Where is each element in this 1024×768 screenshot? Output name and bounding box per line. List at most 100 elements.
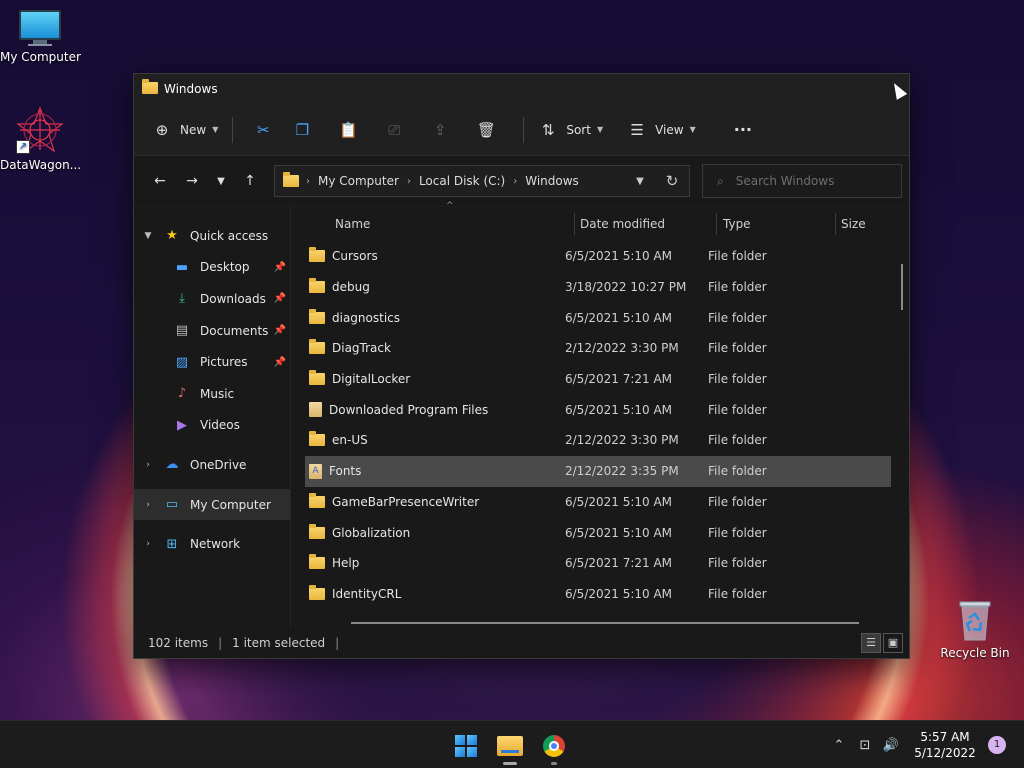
nav-downloads[interactable]: ⤓ Downloads 📌: [134, 283, 290, 315]
start-button[interactable]: [448, 729, 484, 763]
folder-icon: [309, 278, 325, 294]
file-row[interactable]: debug 3/18/2022 10:27 PM File folder: [305, 272, 891, 303]
file-type: File folder: [708, 494, 767, 509]
address-bar[interactable]: › My Computer › Local Disk (C:) › Window…: [274, 165, 690, 197]
view-button[interactable]: ☰ View ▼: [627, 114, 696, 146]
folder-icon: [309, 308, 325, 324]
sort-button[interactable]: ⇅ Sort ▼: [538, 114, 603, 146]
desktop-icon-datawagon[interactable]: ↗ DataWagon...: [0, 106, 81, 172]
vertical-scrollbar[interactable]: [901, 264, 903, 310]
nav-my-computer[interactable]: › ▭ My Computer: [134, 488, 290, 521]
address-dropdown-button[interactable]: ▼: [625, 176, 655, 187]
title-bar[interactable]: Windows: [134, 74, 909, 104]
file-row[interactable]: DigitalLocker 6/5/2021 7:21 AM File fold…: [305, 364, 891, 395]
nav-quick-access[interactable]: ▼ ★ Quick access: [134, 220, 290, 252]
scissors-icon: ✂: [257, 120, 270, 139]
chevron-down-icon: ▼: [596, 125, 604, 134]
column-size[interactable]: Size: [841, 207, 866, 241]
file-row[interactable]: DiagTrack 2/12/2022 3:30 PM File folder: [305, 333, 891, 364]
nav-videos[interactable]: ▶ Videos: [134, 410, 290, 442]
up-button[interactable]: ↑: [234, 173, 266, 189]
file-explorer-icon: [497, 736, 523, 756]
file-name: DiagTrack: [332, 341, 391, 356]
back-button[interactable]: ←: [144, 173, 176, 189]
clock[interactable]: 5:57 AM 5/12/2022: [908, 729, 982, 761]
status-bar: 102 items | 1 item selected | ☰ ▣: [134, 628, 909, 658]
file-row[interactable]: IdentityCRL 6/5/2021 5:10 AM File folder: [305, 579, 891, 610]
forward-button[interactable]: →: [176, 173, 208, 189]
file-type: File folder: [708, 586, 767, 601]
folder-icon: [309, 554, 325, 570]
nav-desktop[interactable]: ▬ Desktop 📌: [134, 252, 290, 284]
copy-button[interactable]: ❐: [279, 114, 325, 146]
file-name: en-US: [332, 433, 368, 448]
folder-icon: [309, 370, 325, 386]
running-indicator: [551, 762, 557, 765]
rename-button[interactable]: ⎚: [371, 114, 417, 146]
notification-badge[interactable]: 1: [988, 736, 1006, 754]
nav-label: Videos: [200, 418, 240, 433]
document-icon: ▤: [175, 323, 189, 339]
file-type: File folder: [708, 464, 767, 479]
file-row[interactable]: Cursors 6/5/2021 5:10 AM File folder: [305, 241, 891, 272]
file-type: File folder: [708, 372, 767, 387]
folder-icon: [309, 247, 325, 263]
tiles-view-button[interactable]: ▣: [883, 633, 903, 653]
breadcrumb-local-disk[interactable]: Local Disk (C:): [419, 174, 505, 188]
column-name[interactable]: Name: [335, 207, 370, 241]
refresh-button[interactable]: ↻: [655, 172, 689, 190]
file-name: Fonts: [329, 464, 362, 479]
breadcrumb-my-computer[interactable]: My Computer: [318, 174, 399, 188]
file-row[interactable]: Help 6/5/2021 7:21 AM File folder: [305, 548, 891, 579]
nav-onedrive[interactable]: › ☁ OneDrive: [134, 449, 290, 481]
breadcrumb-windows[interactable]: Windows: [525, 174, 579, 188]
network-icon[interactable]: ⊡: [852, 738, 878, 753]
file-row[interactable]: Globalization 6/5/2021 5:10 AM File fold…: [305, 517, 891, 548]
item-count: 102 items: [148, 636, 209, 650]
chevron-down-icon: ▼: [689, 125, 696, 134]
trash-icon: 🗑: [476, 120, 496, 139]
desktop-icon-recycle-bin[interactable]: Recycle Bin: [935, 598, 1015, 660]
nav-documents[interactable]: ▤ Documents 📌: [134, 315, 290, 347]
datawagon-icon: ↗: [16, 106, 64, 154]
column-type[interactable]: Type: [723, 207, 751, 241]
more-options-button[interactable]: ···: [726, 114, 752, 146]
taskbar-chrome[interactable]: [536, 729, 572, 765]
horizontal-scrollbar[interactable]: [351, 622, 859, 624]
taskbar: ⌃ ⊡ 🔊 5:57 AM 5/12/2022 1: [0, 720, 1024, 768]
share-button[interactable]: ⇪: [417, 114, 463, 146]
file-row[interactable]: en-US 2/12/2022 3:30 PM File folder: [305, 425, 891, 456]
taskbar-file-explorer[interactable]: [492, 729, 528, 765]
new-button[interactable]: ⊕ New ▼: [152, 114, 219, 146]
pin-icon: 📌: [273, 261, 286, 273]
column-divider[interactable]: [835, 213, 836, 235]
search-box[interactable]: ⌕ Search Windows: [702, 164, 902, 198]
volume-icon[interactable]: 🔊: [878, 738, 904, 753]
show-hidden-icons-button[interactable]: ⌃: [826, 738, 852, 753]
file-date: 6/5/2021 5:10 AM: [565, 586, 673, 601]
recent-locations-button[interactable]: ▼: [208, 176, 234, 187]
file-name: Downloaded Program Files: [329, 402, 489, 417]
file-row-selected[interactable]: A Fonts 2/12/2022 3:35 PM File folder: [305, 455, 891, 487]
nav-pictures[interactable]: ▨ Pictures 📌: [134, 346, 290, 378]
cut-button[interactable]: ✂: [247, 114, 279, 146]
nav-music[interactable]: ♪ Music: [134, 378, 290, 410]
details-view-icon: ☰: [866, 636, 876, 649]
network-icon: ⊞: [166, 536, 178, 552]
column-divider[interactable]: [716, 213, 717, 235]
file-date: 6/5/2021 5:10 AM: [565, 494, 673, 509]
details-view-button[interactable]: ☰: [861, 633, 881, 653]
file-name: Cursors: [332, 249, 378, 264]
file-row[interactable]: Downloaded Program Files 6/5/2021 5:10 A…: [305, 394, 891, 425]
file-type: File folder: [708, 525, 767, 540]
pin-icon: 📌: [273, 293, 286, 305]
file-row[interactable]: diagnostics 6/5/2021 5:10 AM File folder: [305, 302, 891, 333]
delete-button[interactable]: 🗑: [463, 114, 509, 146]
arrow-left-icon: ←: [154, 173, 166, 189]
column-divider[interactable]: [574, 213, 575, 235]
file-row[interactable]: GameBarPresenceWriter 6/5/2021 5:10 AM F…: [305, 487, 891, 518]
paste-button[interactable]: 📋: [325, 114, 371, 146]
column-date-modified[interactable]: Date modified: [580, 207, 665, 241]
nav-network[interactable]: › ⊞ Network: [134, 528, 290, 560]
desktop-icon-my-computer[interactable]: My Computer: [0, 10, 81, 64]
